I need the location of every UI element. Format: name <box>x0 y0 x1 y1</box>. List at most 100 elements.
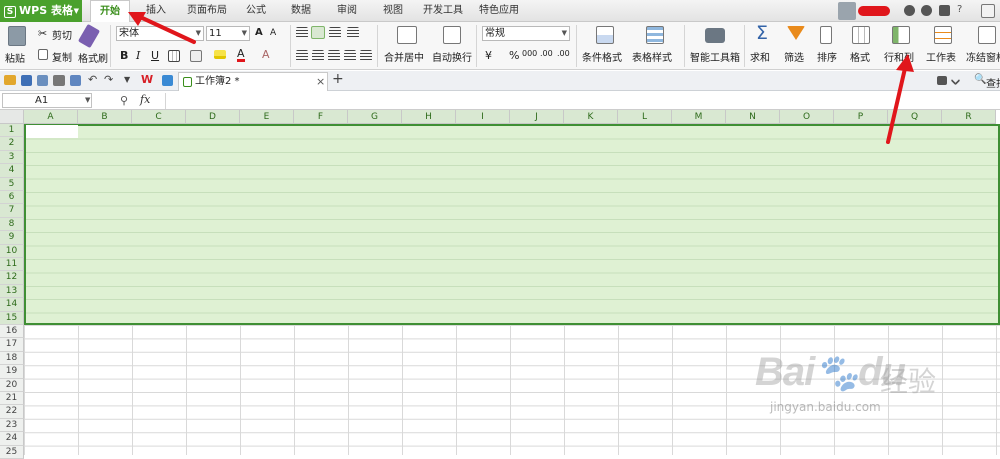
row-header[interactable]: 7 <box>0 204 24 218</box>
conditional-format-icon[interactable] <box>596 26 614 44</box>
column-header[interactable]: E <box>240 110 294 124</box>
spreadsheet-grid[interactable]: ABCDEFGHIJKLMNOPQR 1 2 3 4 5 6 7 8 9 10 11 12 13 14 15… <box>0 110 1000 459</box>
tab-view[interactable]: 视图 <box>376 0 410 22</box>
row-header[interactable]: 23 <box>0 418 24 433</box>
row-header[interactable]: 8 <box>0 217 24 232</box>
freeze-panes-button[interactable]: 冻结窗格 <box>966 49 1000 64</box>
close-icon[interactable]: × <box>316 73 325 90</box>
avatar[interactable] <box>838 2 856 20</box>
name-box[interactable]: A1 ▼ <box>2 93 92 108</box>
search-icon[interactable]: 🔍 <box>974 74 986 85</box>
row-header[interactable]: 5 <box>0 177 24 191</box>
toolbox-icon[interactable] <box>705 28 725 43</box>
column-header[interactable]: H <box>402 110 456 124</box>
export-icon[interactable] <box>37 75 48 86</box>
app-menu-button[interactable]: S WPS 表格 ▼ <box>0 0 82 22</box>
chevron-down-icon[interactable]: ▼ <box>124 75 130 84</box>
cloud-icon[interactable] <box>162 75 173 86</box>
column-header[interactable]: G <box>348 110 402 124</box>
row-header[interactable]: 6 <box>0 191 24 205</box>
font-name-select[interactable]: 宋体 ▼ <box>116 26 204 41</box>
redo-icon[interactable]: ↷ <box>104 73 113 86</box>
column-header[interactable]: A <box>24 110 78 124</box>
font-size-select[interactable]: 11 ▼ <box>206 26 250 41</box>
column-header[interactable]: P <box>834 110 888 124</box>
column-header[interactable]: F <box>294 110 348 124</box>
number-format-select[interactable]: 常规 ▼ <box>482 26 570 41</box>
merge-center-icon[interactable] <box>397 26 417 44</box>
help-icon[interactable]: ? <box>957 4 962 15</box>
skin-icon[interactable] <box>904 5 915 16</box>
column-header[interactable]: C <box>132 110 186 124</box>
row-header[interactable]: 10 <box>0 244 24 258</box>
collapse-ribbon-icon[interactable] <box>981 4 995 18</box>
rows-cols-icon[interactable] <box>892 26 910 44</box>
distributed-icon[interactable] <box>360 50 372 61</box>
border-icon[interactable] <box>168 50 180 62</box>
align-top-icon[interactable] <box>296 27 308 38</box>
wrap-text-button[interactable]: 自动换行 <box>432 49 472 64</box>
fill-color-icon[interactable] <box>214 50 226 59</box>
tab-formulas[interactable]: 公式 <box>240 0 272 22</box>
column-header[interactable]: Q <box>888 110 942 124</box>
worksheet-icon[interactable] <box>934 26 952 44</box>
selected-range[interactable] <box>24 124 1000 325</box>
currency-button[interactable]: ¥ <box>485 49 492 62</box>
wrap-text-icon[interactable] <box>443 26 461 44</box>
align-right-icon[interactable] <box>328 50 340 61</box>
align-left-icon[interactable] <box>296 50 308 61</box>
select-all-corner[interactable] <box>0 110 24 124</box>
zoom-icon[interactable]: ⚲ <box>120 94 128 107</box>
freeze-panes-icon[interactable] <box>978 26 996 44</box>
column-header[interactable]: L <box>618 110 672 124</box>
format-icon[interactable] <box>852 26 870 44</box>
new-tab-button[interactable]: + <box>332 71 344 87</box>
formula-input[interactable] <box>168 93 998 109</box>
row-header[interactable]: 3 <box>0 150 24 165</box>
comma-button[interactable]: 000 <box>522 49 537 58</box>
row-header[interactable]: 21 <box>0 392 24 406</box>
format-button[interactable]: 格式 <box>850 49 870 64</box>
decrease-decimal-button[interactable]: .00 <box>557 49 570 58</box>
align-middle-icon[interactable] <box>311 26 325 39</box>
clear-format-icon[interactable]: A <box>262 48 270 61</box>
increase-decimal-button[interactable]: .00 <box>540 49 553 58</box>
paste-icon[interactable] <box>8 26 26 46</box>
row-header[interactable]: 16 <box>0 325 24 339</box>
row-header[interactable]: 1 <box>0 124 24 138</box>
conditional-format-button[interactable]: 条件格式 <box>582 49 622 64</box>
bold-button[interactable]: B <box>120 49 128 62</box>
row-header[interactable]: 22 <box>0 405 24 419</box>
merge-center-button[interactable]: 合并居中 <box>384 49 424 64</box>
align-center-icon[interactable] <box>312 50 324 61</box>
underline-button[interactable]: U <box>151 49 159 62</box>
tab-list-icon[interactable] <box>937 76 947 85</box>
row-header[interactable]: 9 <box>0 231 24 245</box>
row-header[interactable]: 25 <box>0 445 24 459</box>
rows-cols-button[interactable]: 行和列 <box>884 49 914 64</box>
paste-button[interactable]: 粘贴 <box>5 50 25 65</box>
row-header[interactable]: 12 <box>0 271 24 285</box>
fx-button[interactable]: fx <box>140 93 150 106</box>
row-header[interactable]: 18 <box>0 351 24 366</box>
filter-icon[interactable] <box>787 26 805 40</box>
settings-icon[interactable] <box>921 5 932 16</box>
table-style-icon[interactable] <box>646 26 664 44</box>
grow-font-button[interactable]: A <box>255 27 263 38</box>
font-color-icon[interactable]: A <box>237 48 245 62</box>
undo-icon[interactable]: ↶ <box>88 73 97 86</box>
tab-page-layout[interactable]: 页面布局 <box>182 0 232 22</box>
column-header[interactable]: M <box>672 110 726 124</box>
percent-button[interactable]: % <box>509 49 519 62</box>
tab-developer[interactable]: 开发工具 <box>418 0 468 22</box>
open-icon[interactable] <box>4 75 16 85</box>
format-painter-button[interactable]: 格式刷 <box>78 50 108 65</box>
row-header[interactable]: 2 <box>0 137 24 151</box>
column-header[interactable]: R <box>942 110 996 124</box>
row-header[interactable]: 20 <box>0 378 24 392</box>
italic-button[interactable]: I <box>136 49 140 62</box>
column-header[interactable]: I <box>456 110 510 124</box>
align-bottom-icon[interactable] <box>329 27 341 38</box>
column-header[interactable]: J <box>510 110 564 124</box>
row-header[interactable]: 15 <box>0 311 24 325</box>
